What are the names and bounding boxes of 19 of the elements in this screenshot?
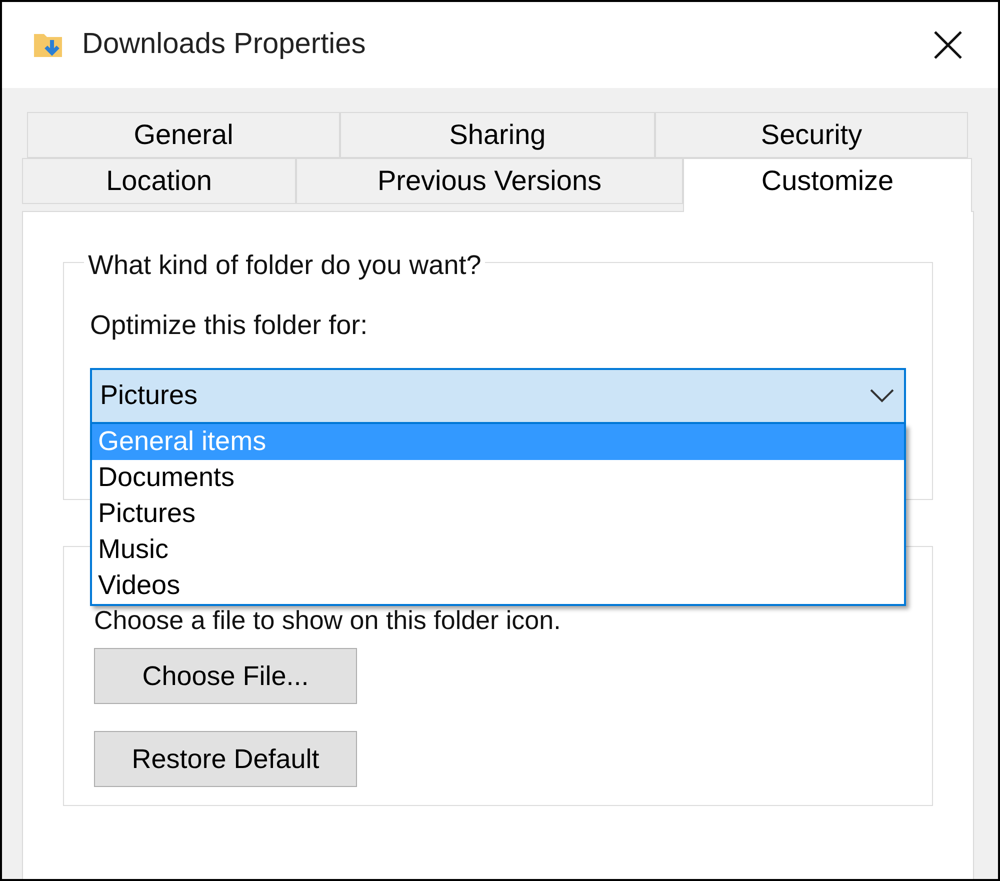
close-icon bbox=[933, 30, 963, 60]
hint-text: Choose a file to show on this folder icon. bbox=[94, 604, 562, 637]
tab[interactable]: Sharing bbox=[340, 112, 655, 158]
action-button[interactable]: Choose File... bbox=[94, 648, 357, 704]
tab[interactable]: Security bbox=[655, 112, 968, 158]
dropdown-option[interactable]: Videos bbox=[92, 568, 904, 604]
dropdown-option[interactable]: Music bbox=[92, 532, 904, 568]
tab[interactable]: Customize bbox=[683, 158, 972, 212]
action-button[interactable]: Restore Default bbox=[94, 731, 357, 787]
dropdown-option[interactable]: Documents bbox=[92, 460, 904, 496]
tab[interactable]: Location bbox=[22, 158, 296, 204]
field-label: Optimize this folder for: bbox=[90, 309, 369, 342]
window-title: Downloads Properties bbox=[82, 27, 366, 62]
chevron-down-icon bbox=[870, 388, 894, 402]
dropdown-value: Pictures bbox=[100, 379, 198, 412]
dropdown[interactable]: Pictures bbox=[90, 368, 906, 424]
tab[interactable]: General bbox=[27, 112, 340, 158]
tab[interactable]: Previous Versions bbox=[296, 158, 683, 204]
dropdown-option[interactable]: Pictures bbox=[92, 496, 904, 532]
